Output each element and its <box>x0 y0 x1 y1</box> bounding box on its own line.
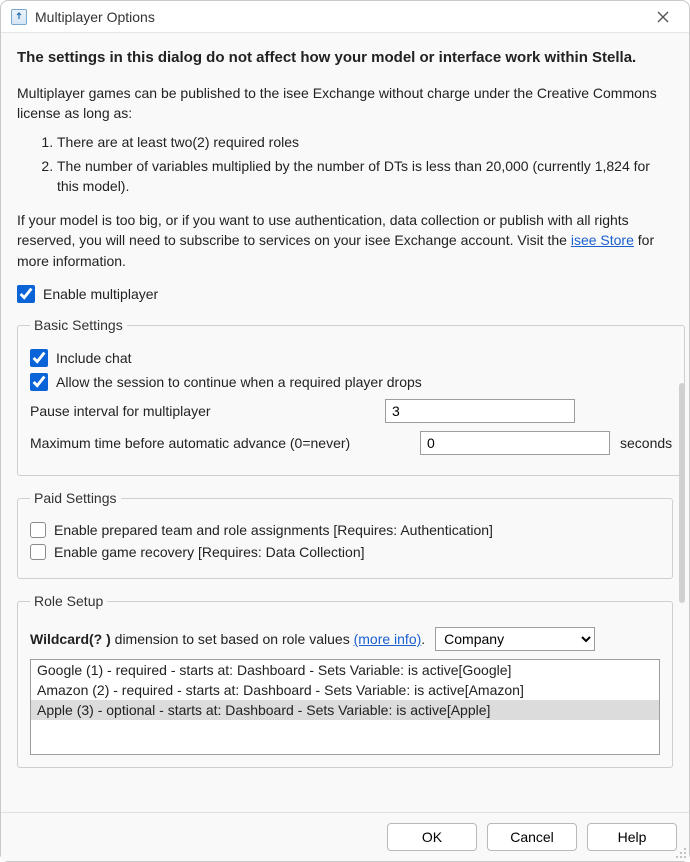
app-icon <box>11 9 27 25</box>
content-outer: The settings in this dialog do not affec… <box>1 33 689 861</box>
intro-paragraph-2: If your model is too big, or if you want… <box>17 210 673 271</box>
enable-multiplayer-checkbox[interactable] <box>17 285 35 303</box>
max-time-input[interactable] <box>420 431 610 455</box>
paid-settings-group: Paid Settings Enable prepared team and r… <box>17 490 673 579</box>
allow-continue-checkbox[interactable] <box>30 373 48 391</box>
team-assignments-row: Enable prepared team and role assignment… <box>30 522 660 538</box>
content-area: The settings in this dialog do not affec… <box>1 33 689 812</box>
window-title: Multiplayer Options <box>35 9 647 25</box>
wildcard-dimension-select[interactable]: Company <box>435 627 595 651</box>
include-chat-row: Include chat <box>30 349 672 367</box>
ok-button[interactable]: OK <box>387 823 477 851</box>
wildcard-rest: dimension to set based on role values <box>111 631 354 647</box>
allow-continue-label: Allow the session to continue when a req… <box>56 374 422 390</box>
isee-store-link[interactable]: isee Store <box>571 232 634 248</box>
paid-settings-legend: Paid Settings <box>30 490 121 506</box>
wildcard-dot: . <box>421 631 425 647</box>
requirements-list: There are at least two(2) required roles… <box>17 133 673 196</box>
basic-settings-legend: Basic Settings <box>30 317 127 333</box>
role-setup-legend: Role Setup <box>30 593 107 609</box>
basic-settings-group: Basic Settings Include chat Allow the se… <box>17 317 685 476</box>
pause-interval-row: Pause interval for multiplayer <box>30 399 672 423</box>
role-item-1[interactable]: Amazon (2) - required - starts at: Dashb… <box>31 680 659 700</box>
close-button[interactable] <box>647 5 679 29</box>
game-recovery-checkbox[interactable] <box>30 544 46 560</box>
allow-continue-row: Allow the session to continue when a req… <box>30 373 672 391</box>
scrollbar-thumb[interactable] <box>679 383 685 603</box>
cancel-button[interactable]: Cancel <box>487 823 577 851</box>
enable-multiplayer-label: Enable multiplayer <box>43 286 158 302</box>
game-recovery-label: Enable game recovery [Requires: Data Col… <box>54 544 365 560</box>
include-chat-checkbox[interactable] <box>30 349 48 367</box>
more-info-link[interactable]: (more info) <box>354 631 422 647</box>
requirement-1: There are at least two(2) required roles <box>57 133 673 153</box>
wildcard-row: Wildcard(? ) dimension to set based on r… <box>30 627 660 651</box>
max-time-row: Maximum time before automatic advance (0… <box>30 431 672 455</box>
requirement-2: The number of variables multiplied by th… <box>57 157 673 196</box>
team-assignments-checkbox[interactable] <box>30 522 46 538</box>
game-recovery-row: Enable game recovery [Requires: Data Col… <box>30 544 660 560</box>
dialog-window: Multiplayer Options The settings in this… <box>0 0 690 862</box>
intro-paragraph-1: Multiplayer games can be published to th… <box>17 83 673 124</box>
wildcard-prefix: Wildcard(? ) <box>30 631 111 647</box>
intro-p2-a: If your model is too big, or if you want… <box>17 212 629 248</box>
close-icon <box>657 11 669 23</box>
role-setup-group: Role Setup Wildcard(? ) dimension to set… <box>17 593 673 768</box>
help-button[interactable]: Help <box>587 823 677 851</box>
include-chat-label: Include chat <box>56 350 132 366</box>
pause-interval-label: Pause interval for multiplayer <box>30 403 375 419</box>
team-assignments-label: Enable prepared team and role assignment… <box>54 522 493 538</box>
resize-grip-icon[interactable] <box>673 845 687 859</box>
dialog-footer: OK Cancel Help <box>1 812 689 861</box>
role-item-2[interactable]: Apple (3) - optional - starts at: Dashbo… <box>31 700 659 720</box>
role-item-0[interactable]: Google (1) - required - starts at: Dashb… <box>31 660 659 680</box>
seconds-label: seconds <box>620 435 672 451</box>
role-listbox[interactable]: Google (1) - required - starts at: Dashb… <box>30 659 660 755</box>
pause-interval-input[interactable] <box>385 399 575 423</box>
enable-multiplayer-row: Enable multiplayer <box>17 285 673 303</box>
max-time-label: Maximum time before automatic advance (0… <box>30 435 410 451</box>
titlebar: Multiplayer Options <box>1 1 689 33</box>
wildcard-text: Wildcard(? ) dimension to set based on r… <box>30 631 425 647</box>
headline-text: The settings in this dialog do not affec… <box>17 47 673 69</box>
